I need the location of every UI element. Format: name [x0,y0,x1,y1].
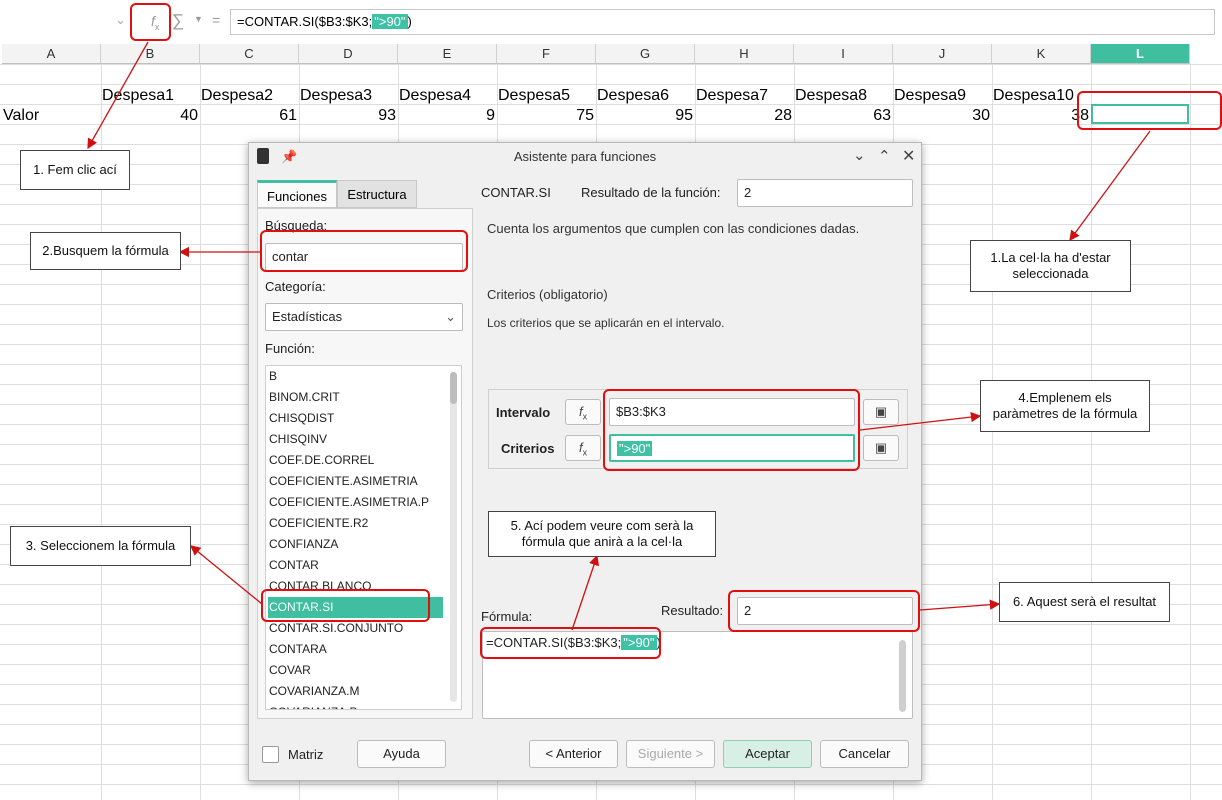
annotation-6: 6. Aquest serà el resultat [999,582,1170,622]
annotation-3: 3. Seleccionem la fórmula [10,526,191,566]
annotation-2: 2.Busquem la fórmula [30,232,181,270]
annotation-4: 4.Emplenem els paràmetres de la fórmula [980,380,1150,432]
annotation-5: 5. Ací podem veure com serà la fórmula q… [488,511,716,557]
annotation-1: 1. Fem clic ací [20,150,130,190]
annotation-7: 1.La cel·la ha d'estar seleccionada [970,240,1131,292]
